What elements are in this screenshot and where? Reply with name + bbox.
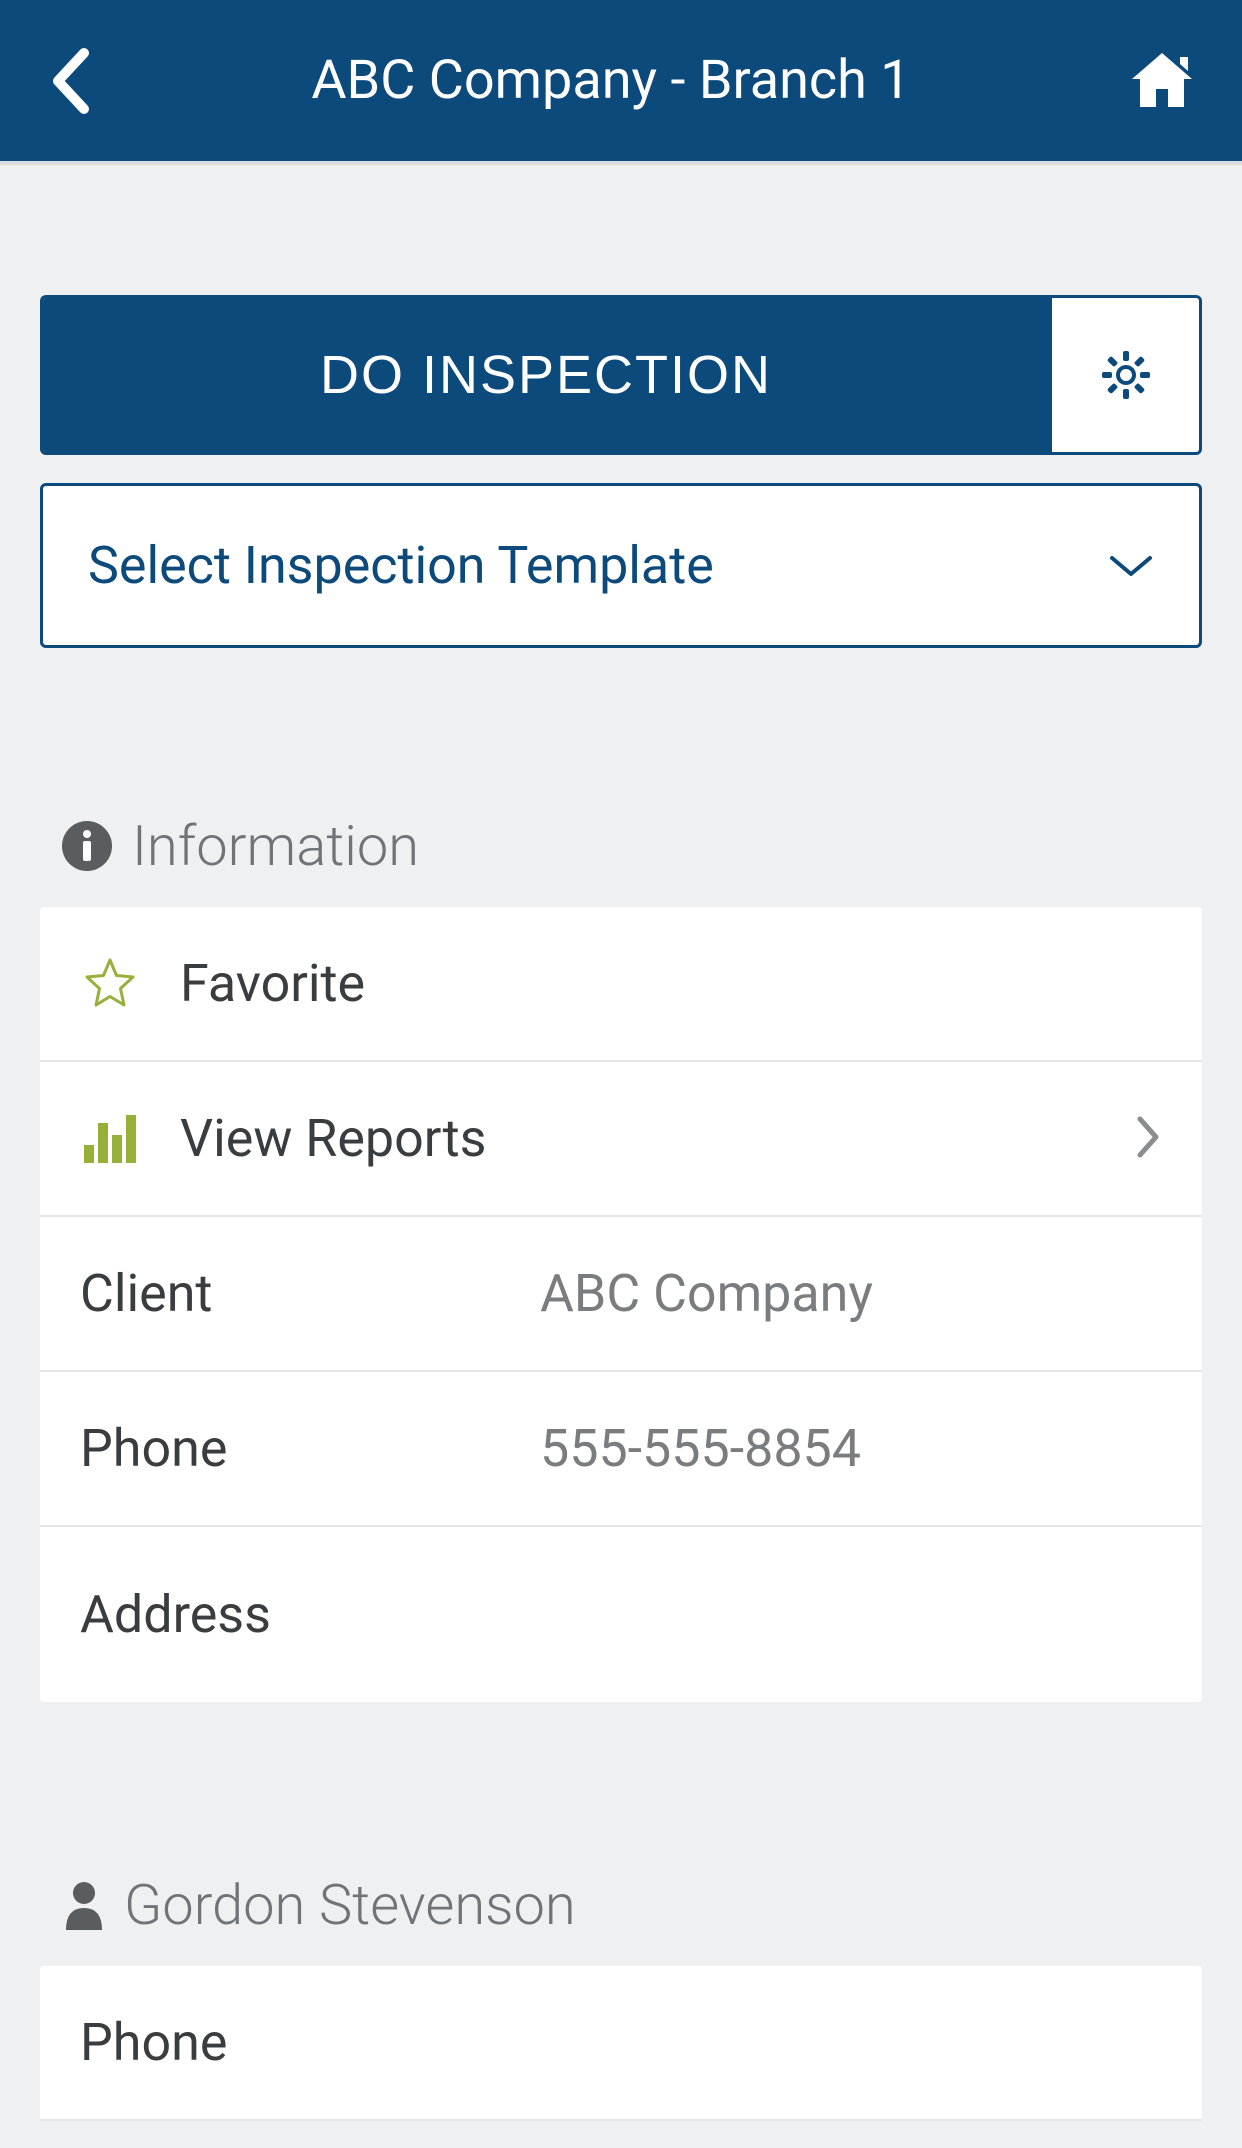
information-section-header: Information	[40, 813, 1202, 879]
gear-icon	[1100, 349, 1152, 401]
do-inspection-button[interactable]: DO INSPECTION	[43, 298, 1049, 452]
phone-row: Phone 555-555-8854	[40, 1372, 1202, 1527]
info-icon	[62, 821, 112, 871]
chevron-down-icon	[1108, 552, 1154, 580]
client-row: Client ABC Company	[40, 1217, 1202, 1372]
view-reports-label: View Reports	[180, 1108, 487, 1169]
person-icon	[64, 1880, 104, 1930]
favorite-row[interactable]: Favorite	[40, 907, 1202, 1062]
contact-phone-label: Phone	[80, 2012, 540, 2073]
select-template-dropdown[interactable]: Select Inspection Template	[40, 483, 1202, 648]
view-reports-row[interactable]: View Reports	[40, 1062, 1202, 1217]
contact-section-header: Gordon Stevenson	[40, 1872, 1202, 1938]
information-section-title: Information	[132, 813, 419, 879]
home-button[interactable]	[1122, 41, 1202, 121]
inspection-settings-button[interactable]	[1049, 298, 1199, 452]
address-row: Address	[40, 1527, 1202, 1702]
back-button[interactable]	[40, 41, 100, 121]
phone-value: 555-555-8854	[540, 1418, 861, 1479]
select-template-label: Select Inspection Template	[88, 535, 714, 596]
page-title: ABC Company - Branch 1	[100, 49, 1122, 112]
client-label: Client	[80, 1263, 540, 1324]
chevron-left-icon	[50, 47, 90, 115]
inspection-action-row: DO INSPECTION	[40, 295, 1202, 455]
contact-card: Phone	[40, 1966, 1202, 2121]
favorite-label: Favorite	[180, 953, 365, 1014]
app-header: ABC Company - Branch 1	[0, 0, 1242, 165]
contact-phone-row: Phone	[40, 1966, 1202, 2121]
client-value: ABC Company	[540, 1263, 873, 1324]
main-content: DO INSPECTION Select Inspection Template	[0, 295, 1242, 2121]
home-icon	[1126, 45, 1198, 117]
bar-chart-icon	[82, 1113, 138, 1165]
address-label: Address	[80, 1584, 540, 1645]
contact-name: Gordon Stevenson	[124, 1872, 576, 1938]
information-card: Favorite View Reports Client ABC Company	[40, 907, 1202, 1702]
chevron-right-icon	[1134, 1113, 1162, 1161]
star-outline-icon	[82, 956, 138, 1012]
phone-label: Phone	[80, 1418, 540, 1479]
